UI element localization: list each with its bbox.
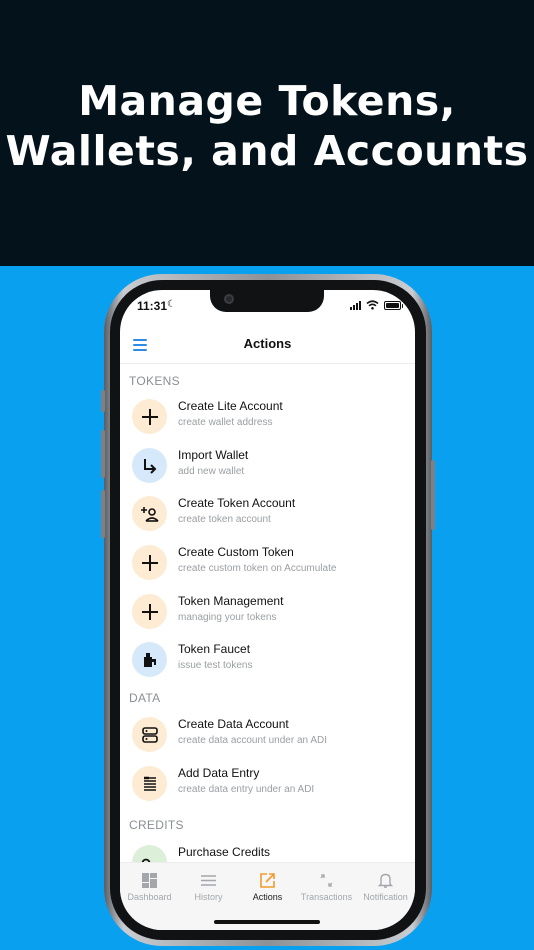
- plus-icon: [132, 594, 167, 629]
- action-subtitle: create data entry under an ADI: [178, 784, 315, 795]
- action-title: Token Faucet: [178, 642, 251, 656]
- wifi-icon: [366, 300, 379, 310]
- nav-label: Notification: [363, 892, 408, 902]
- action-title: Add Data Entry: [178, 766, 260, 780]
- external-link-icon: [260, 873, 275, 888]
- battery-icon: [384, 300, 403, 310]
- action-title: Create Data Account: [178, 717, 289, 731]
- action-title: Create Custom Token: [178, 545, 294, 559]
- action-title: Create Token Account: [178, 496, 296, 510]
- action-subtitle: add new wallet: [178, 466, 245, 477]
- action-token-management[interactable]: Token Management managing your tokens: [120, 591, 415, 637]
- action-token-faucet[interactable]: Token Faucet issue test tokens: [120, 639, 415, 685]
- home-indicator: [214, 920, 320, 924]
- phone-power-button: [431, 460, 435, 530]
- section-label-tokens: TOKENS: [129, 374, 180, 388]
- status-indicators: [350, 300, 403, 310]
- nav-label: History: [194, 892, 223, 902]
- nav-label: Transactions: [300, 892, 353, 902]
- action-title: Import Wallet: [178, 448, 249, 462]
- headline-line-1: Manage Tokens,: [78, 77, 456, 125]
- nav-notification[interactable]: Notification: [356, 863, 415, 909]
- action-subtitle: issue test tokens: [178, 660, 253, 671]
- list-icon: [132, 766, 167, 801]
- front-camera: [224, 294, 234, 304]
- moon-icon: ☾: [167, 299, 176, 310]
- phone-volume-down-button: [101, 490, 105, 538]
- action-create-data-account[interactable]: Create Data Account create data account …: [120, 714, 415, 760]
- phone-screen: 11:31 ☾ Actions TOKENS Create Lite Accou…: [120, 290, 415, 930]
- nav-history[interactable]: History: [179, 863, 238, 909]
- action-create-lite-account[interactable]: Create Lite Account create wallet addres…: [120, 396, 415, 442]
- section-label-credits: CREDITS: [129, 818, 184, 832]
- faucet-icon: [132, 642, 167, 677]
- nav-label: Actions: [252, 892, 283, 902]
- action-title: Token Management: [178, 594, 284, 608]
- arrows-icon: [320, 874, 333, 887]
- action-subtitle: managing your tokens: [178, 612, 277, 623]
- app-header: Actions: [120, 326, 415, 364]
- action-create-token-account[interactable]: Create Token Account create token accoun…: [120, 493, 415, 539]
- nav-actions[interactable]: Actions: [238, 863, 297, 909]
- status-time: 11:31: [137, 299, 168, 313]
- bell-icon: [377, 873, 394, 888]
- database-icon: [132, 717, 167, 752]
- headline: Manage Tokens, Wallets, and Accounts: [0, 76, 534, 176]
- action-subtitle: create token account: [178, 514, 271, 525]
- nav-label: Dashboard: [127, 892, 172, 902]
- list-icon: [201, 875, 216, 886]
- import-arrow-icon: [132, 448, 167, 483]
- action-title: Purchase Credits: [178, 845, 271, 859]
- action-subtitle: create data account under an ADI: [178, 735, 327, 746]
- notch: [210, 290, 324, 312]
- action-add-data-entry[interactable]: Add Data Entry create data entry under a…: [120, 763, 415, 809]
- plus-icon: [132, 399, 167, 434]
- phone-mute-switch: [101, 390, 105, 412]
- section-label-data: DATA: [129, 691, 161, 705]
- action-subtitle: create wallet address: [178, 417, 273, 428]
- nav-transactions[interactable]: Transactions: [297, 863, 356, 909]
- phone-volume-up-button: [101, 430, 105, 478]
- action-subtitle: create custom token on Accumulate: [178, 563, 337, 574]
- headline-line-2: Wallets, and Accounts: [5, 127, 529, 175]
- cellular-signal-icon: [350, 300, 361, 310]
- action-create-custom-token[interactable]: Create Custom Token create custom token …: [120, 542, 415, 588]
- nav-dashboard[interactable]: Dashboard: [120, 863, 179, 909]
- action-title: Create Lite Account: [178, 399, 283, 413]
- dashboard-icon: [142, 873, 157, 888]
- action-import-wallet[interactable]: Import Wallet add new wallet: [120, 445, 415, 491]
- page-title: Actions: [243, 336, 292, 351]
- add-person-icon: [132, 496, 167, 531]
- plus-icon: [132, 545, 167, 580]
